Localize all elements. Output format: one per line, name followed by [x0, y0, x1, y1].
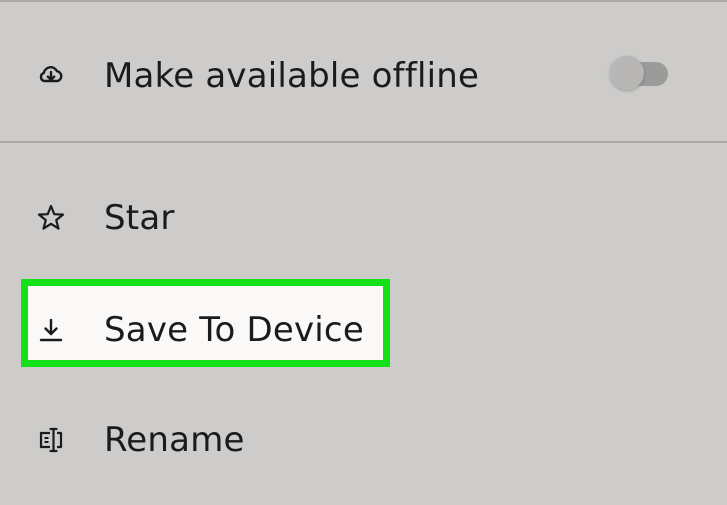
rename-icon	[34, 423, 68, 457]
menu-item-star[interactable]: Star	[0, 178, 727, 258]
offline-toggle[interactable]	[610, 56, 670, 92]
top-divider	[0, 0, 727, 2]
menu-item-label: Rename	[104, 420, 245, 460]
download-icon	[34, 313, 68, 347]
menu-item-label: Save To Device	[104, 310, 364, 350]
menu-item-save-to-device[interactable]: Save To Device	[0, 290, 727, 370]
toggle-knob	[610, 56, 644, 90]
star-icon	[34, 201, 68, 235]
section-divider	[0, 141, 727, 143]
menu-item-rename[interactable]: Rename	[0, 400, 727, 480]
cloud-download-icon	[34, 59, 68, 93]
menu-item-label: Star	[104, 198, 175, 238]
menu-item-label: Make available offline	[104, 56, 480, 96]
